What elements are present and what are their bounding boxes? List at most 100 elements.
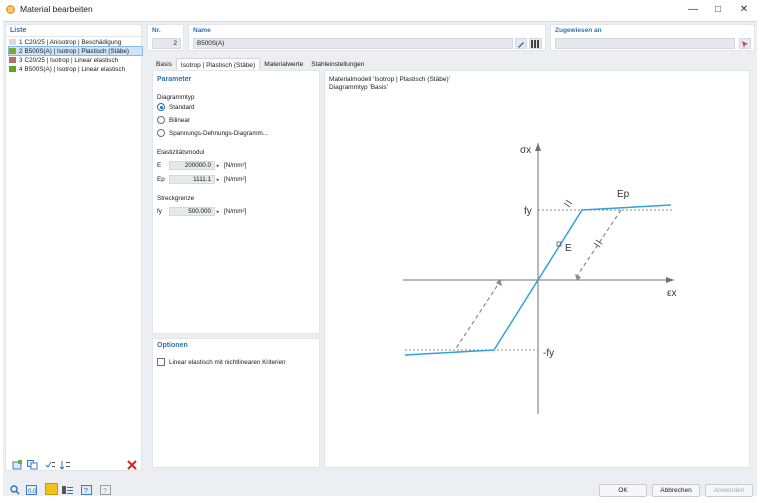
e-unit: [N/mm²] — [224, 162, 247, 169]
units-icon[interactable]: 0.0 — [25, 484, 38, 495]
ep-label: Ep — [157, 176, 165, 183]
radio-bilinear-label: Bilinear — [169, 116, 190, 124]
assigned-group: Zugewiesen an — [550, 24, 755, 51]
tab-bar: Basis Isotrop | Plastisch (Stäbe) Materi… — [152, 58, 368, 70]
library-icon[interactable] — [529, 38, 542, 49]
apply-button[interactable]: Anwenden — [705, 484, 753, 497]
item-label: C20/25 | Isotrop | Linear elastisch — [24, 56, 119, 64]
list-item[interactable]: 1 C20/25 | Anisotrop | Beschädigung — [9, 38, 142, 46]
radio-indicator — [157, 103, 165, 111]
epsilon-axis-label: εx — [667, 288, 676, 299]
tab-materialwerte[interactable]: Materialwerte — [260, 58, 307, 70]
parameter-panel: Parameter Diagrammtyp Standard Bilinear … — [152, 70, 320, 334]
name-label: Name — [193, 27, 211, 34]
name-group: Name B500S(A) — [188, 24, 546, 51]
ep-input[interactable]: 1111.1 — [169, 175, 215, 184]
item-label: B500S(A) | Isotrop | Linear elastisch — [24, 65, 126, 73]
optionen-panel: Optionen Linear elastisch mit nichtlinea… — [152, 338, 320, 468]
item-num: 1 — [19, 38, 23, 46]
color-swatch — [9, 48, 16, 54]
close-button[interactable]: ✕ — [731, 2, 757, 17]
item-num: 4 — [19, 65, 23, 73]
radio-standard-label: Standard — [169, 103, 195, 111]
fy-input[interactable]: 500.000 — [169, 207, 215, 216]
e-spin[interactable]: ▸ — [215, 161, 221, 170]
new-material-icon[interactable] — [11, 459, 24, 470]
sigma-axis-label: σx — [520, 145, 531, 156]
optionen-title: Optionen — [157, 342, 188, 349]
fy-unit: [N/mm²] — [224, 208, 247, 215]
ep-spin[interactable]: ▸ — [215, 175, 221, 184]
item-num: 2 — [19, 47, 23, 55]
liste-panel: Liste 1 C20/25 | Anisotrop | Beschädigun… — [5, 24, 143, 471]
checkbox-label: Linear elastisch mit nichtlinearen Krite… — [169, 358, 286, 366]
liste-title: Liste — [10, 27, 27, 34]
radio-bilinear[interactable]: Bilinear — [157, 116, 190, 124]
nr-label: Nr. — [152, 27, 161, 34]
fy-spin[interactable]: ▸ — [215, 207, 221, 216]
nr-field[interactable]: 2 — [152, 38, 181, 49]
svg-text:?: ? — [103, 488, 107, 495]
item-num: 3 — [19, 56, 23, 64]
elastizitaet-label: Elastizitätsmodul — [157, 149, 205, 156]
list-item[interactable]: 3 C20/25 | Isotrop | Linear elastisch — [9, 56, 142, 64]
list-item[interactable]: 4 B500S(A) | Isotrop | Linear elastisch — [9, 65, 142, 73]
title-bar: Material bearbeiten — □ ✕ — [0, 0, 760, 20]
tick-mark — [563, 202, 571, 208]
e-label: E — [157, 162, 162, 169]
radio-standard[interactable]: Standard — [157, 103, 195, 111]
e-input[interactable]: 200000.0 — [169, 161, 215, 170]
radio-spannungs-label: Spannungs-Dehnungs-Diagramm... — [169, 129, 269, 137]
svg-text:0.0: 0.0 — [28, 489, 37, 495]
parameter-title: Parameter — [157, 76, 192, 83]
color-picker-icon[interactable] — [45, 483, 58, 495]
nr-group: Nr. 2 — [147, 24, 184, 51]
item-label: B500S(A) | Isotrop | Plastisch (Stäbe) — [24, 47, 129, 55]
fy-label: fy — [524, 206, 532, 217]
tick-mark — [565, 199, 573, 205]
delete-icon[interactable] — [125, 459, 138, 470]
assigned-field[interactable] — [555, 38, 735, 49]
ep-unit: [N/mm²] — [224, 176, 247, 183]
window-title: Material bearbeiten — [20, 4, 93, 14]
select-objects-icon[interactable] — [739, 38, 751, 49]
tab-isotrop-plastisch[interactable]: Isotrop | Plastisch (Stäbe) — [175, 58, 261, 70]
search-icon[interactable] — [8, 484, 21, 495]
divider — [6, 36, 143, 37]
svg-text:?: ? — [84, 488, 88, 495]
fy-label: fy — [157, 208, 162, 215]
radio-spannungs-dehnungs[interactable]: Spannungs-Dehnungs-Diagramm... — [157, 129, 268, 137]
color-swatch — [9, 66, 16, 72]
tab-basis[interactable]: Basis — [152, 58, 176, 70]
stress-strain-diagram: σx εx fy -fy E Ep — [403, 143, 676, 414]
properties-icon[interactable] — [61, 484, 74, 495]
e-modulus-label: E — [565, 243, 572, 254]
info-icon[interactable]: ? — [99, 484, 112, 495]
unloading-line — [574, 209, 622, 280]
check-list-icon[interactable] — [44, 459, 57, 470]
name-field[interactable]: B500S(A) — [193, 38, 513, 49]
x-axis-arrow — [666, 277, 674, 283]
ok-button[interactable]: OK — [599, 484, 647, 497]
color-swatch — [9, 39, 16, 45]
diagram-panel: Materialmodell 'Isotrop | Plastisch (Stä… — [324, 70, 750, 468]
assigned-label: Zugewiesen an — [555, 27, 602, 34]
edit-name-icon[interactable] — [515, 38, 527, 49]
ep-modulus-label: Ep — [617, 189, 630, 200]
sort-list-icon[interactable] — [59, 459, 72, 470]
color-swatch — [9, 57, 16, 63]
maximize-button[interactable]: □ — [705, 2, 731, 17]
neg-fy-label: -fy — [543, 348, 554, 359]
radio-indicator — [157, 129, 165, 137]
minimize-button[interactable]: — — [680, 2, 706, 17]
checkbox-box — [157, 358, 165, 366]
copy-material-icon[interactable] — [26, 459, 39, 470]
linear-elastisch-checkbox[interactable]: Linear elastisch mit nichtlinearen Krite… — [157, 358, 286, 366]
list-item[interactable]: 2 B500S(A) | Isotrop | Plastisch (Stäbe) — [8, 46, 143, 56]
item-label: C20/25 | Anisotrop | Beschädigung — [24, 38, 122, 46]
reloading-line — [454, 279, 502, 351]
help-icon[interactable]: ? — [80, 484, 93, 495]
cancel-button[interactable]: Abbrechen — [652, 484, 700, 497]
tab-stahleinstellungen[interactable]: Stahleinstellungen — [307, 58, 368, 70]
material-app-icon — [6, 5, 15, 14]
